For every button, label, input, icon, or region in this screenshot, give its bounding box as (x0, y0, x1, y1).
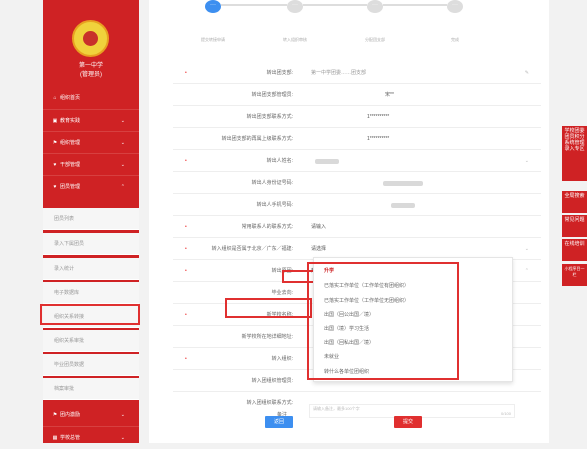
home-icon: ⌂ (53, 95, 57, 101)
grid-icon: ▦ (52, 435, 58, 441)
step-connector (303, 4, 367, 6)
submit-button[interactable]: 提交 (394, 416, 422, 428)
step-connector (383, 4, 447, 6)
org-icon: ⚑ (52, 412, 58, 418)
school-name: 第一中学 (78, 63, 103, 69)
form-row-out-contact: 转出团支部联系方式: 1********** (173, 106, 541, 128)
right-toolbar: 学校团委团员积分系统管理录入专区 全局搜索 常见问题 在线培训 小程序目一栏 (560, 0, 587, 443)
chevron-down-icon: ⌄ (524, 246, 529, 252)
chevron-down-icon: ⌄ (120, 435, 125, 441)
sub-item-archive-approval[interactable]: 档案审批 (43, 378, 139, 400)
chevron-up-icon: ⌃ (120, 184, 125, 190)
chevron-down-icon: ⌄ (120, 412, 125, 418)
nav-item-education[interactable]: ▣ 教育实践 ⌄ (43, 109, 139, 131)
sub-item-database[interactable]: 电子数据库 (43, 282, 139, 304)
sidebar: 第一中学 (管理员) ⌂ 组织首页 ▣ 教育实践 ⌄ ⚑ 组织管理 ⌄ ♥ 干部管理 ⌄ ♥ 团… (43, 0, 139, 443)
char-counter: 0/100 (500, 411, 511, 416)
book-icon: ▣ (52, 118, 58, 124)
form-row-superior-contact: 转出团支部的再属上级联系方式: 1********** (173, 128, 541, 150)
chevron-up-icon: ⌃ (524, 268, 529, 274)
sub-item-transfer-approval[interactable]: 组织关系审批 (43, 330, 139, 352)
member-icon: ♥ (53, 184, 57, 190)
chevron-down-icon: ⌄ (120, 118, 125, 124)
rightbar-tab-miniprogram[interactable]: 小程序目一栏 (562, 264, 587, 286)
chevron-down-icon: ⌄ (120, 140, 125, 146)
form-row-phone: 转出人手机号码: (173, 194, 541, 216)
nav-item-member[interactable]: ♥ 团员管理 ⌃ (43, 175, 139, 197)
school-info: 第一中学 (管理员) (43, 62, 139, 80)
rightbar-tab-faq[interactable]: 常见问题 (562, 215, 587, 237)
chevron-down-icon: ⌄ (524, 158, 529, 164)
people-icon: ♥ (53, 162, 57, 168)
league-logo (72, 20, 109, 57)
form-row-contact[interactable]: • 常用联系人的联系方式: 请输入 (173, 216, 541, 238)
main-panel: ··· ··· ··· ··· 提交转接申请 转入组织审核 分配团支部 完成 •… (149, 0, 549, 443)
chevron-down-icon: ⌄ (120, 162, 125, 168)
nav-item-incentive[interactable]: ⚑ 团内激励 ⌄ (43, 404, 139, 426)
step-4-label: 完成 (451, 37, 459, 42)
nav-item-school-admin[interactable]: ▦ 学校总管 ⌄ (43, 426, 139, 448)
annotation-box-dropdown (307, 262, 459, 380)
step-1-icon: ··· (205, 0, 221, 13)
step-2-icon: ··· (287, 0, 303, 13)
rightbar-tab-training[interactable]: 在线培训 (562, 239, 587, 261)
step-4-icon: ··· (447, 0, 463, 13)
form-row-id-number: 转出人身份证号码: (173, 172, 541, 194)
step-1-label: 提交转接申请 (201, 37, 225, 42)
sub-item-graduates[interactable]: 毕业团员数据 (43, 354, 139, 376)
step-2-label: 转入组织审核 (283, 37, 307, 42)
form-row-out-branch[interactable]: • 转出团支部: 第一中学团委……团支部 ✎ (173, 62, 541, 84)
sub-item-enter-members[interactable]: 录入下属团员 (43, 233, 139, 255)
form-row-out-admin: 转出团支部管理员: 宋** (173, 84, 541, 106)
annotation-box-transfer (40, 304, 140, 325)
step-3-label: 分配团支部 (365, 37, 385, 42)
step-3-icon: ··· (367, 0, 383, 13)
org-icon: ⚑ (52, 140, 58, 146)
edit-icon[interactable]: ✎ (525, 62, 529, 84)
nav-item-org[interactable]: ⚑ 组织管理 ⌄ (43, 131, 139, 153)
back-button[interactable]: 返回 (265, 416, 293, 428)
contact-input[interactable]: 请输入 (311, 216, 326, 238)
annotation-box-school (225, 298, 312, 318)
step-connector (221, 4, 287, 6)
rightbar-tab-system[interactable]: 学校团委团员积分系统管理录入专区 (562, 126, 587, 181)
nav-item-home[interactable]: ⌂ 组织首页 (43, 87, 139, 109)
sub-item-member-list[interactable]: 团员列表 (43, 208, 139, 230)
rightbar-tab-search[interactable]: 全局搜索 (562, 191, 587, 213)
user-role: (管理员) (80, 72, 102, 78)
form-row-name[interactable]: • 转出人姓名: ⌄ (173, 150, 541, 172)
nav-item-cadre[interactable]: ♥ 干部管理 ⌄ (43, 153, 139, 175)
sub-item-stats[interactable]: 录入统计 (43, 258, 139, 280)
